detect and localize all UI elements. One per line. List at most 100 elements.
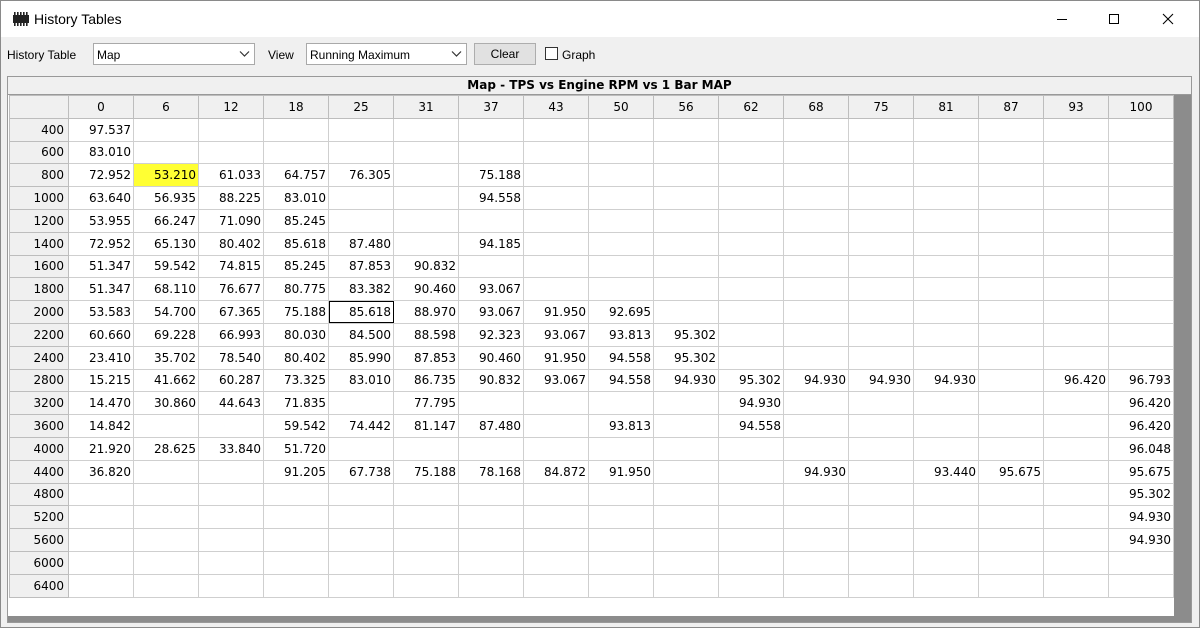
table-cell[interactable] xyxy=(978,414,1044,438)
table-cell[interactable]: 23.410 xyxy=(68,345,134,370)
table-cell[interactable] xyxy=(1043,505,1109,530)
table-cell[interactable] xyxy=(523,208,589,233)
table-cell[interactable]: 72.952 xyxy=(68,163,134,188)
table-cell[interactable]: 94.558 xyxy=(718,414,784,438)
table-cell[interactable] xyxy=(588,163,654,188)
table-cell[interactable] xyxy=(588,140,654,165)
table-cell[interactable] xyxy=(523,231,589,256)
table-cell[interactable] xyxy=(913,300,979,324)
table-cell[interactable] xyxy=(718,186,784,210)
table-cell[interactable]: 92.695 xyxy=(588,300,654,324)
table-cell[interactable] xyxy=(588,277,654,302)
table-cell[interactable]: 83.010 xyxy=(68,140,134,165)
table-cell[interactable] xyxy=(978,391,1044,416)
table-cell[interactable] xyxy=(458,140,524,165)
table-cell[interactable] xyxy=(848,231,914,256)
row-header[interactable]: 2000 xyxy=(9,300,69,324)
table-cell[interactable] xyxy=(198,459,264,484)
table-cell[interactable] xyxy=(328,573,394,598)
table-cell[interactable] xyxy=(458,482,524,507)
column-header[interactable]: 93 xyxy=(1043,95,1109,119)
table-cell[interactable]: 96.420 xyxy=(1043,368,1109,393)
table-cell[interactable]: 54.700 xyxy=(133,300,199,324)
table-cell[interactable] xyxy=(523,482,589,507)
table-cell[interactable] xyxy=(783,436,849,461)
column-header[interactable]: 31 xyxy=(393,95,459,119)
table-cell[interactable] xyxy=(588,117,654,142)
table-cell[interactable]: 94.930 xyxy=(913,368,979,393)
table-cell[interactable] xyxy=(133,505,199,530)
table-cell[interactable] xyxy=(1108,550,1174,575)
table-cell[interactable] xyxy=(913,505,979,530)
table-cell[interactable]: 81.147 xyxy=(393,414,459,438)
table-cell[interactable] xyxy=(718,277,784,302)
table-cell[interactable] xyxy=(718,322,784,347)
table-cell[interactable]: 96.048 xyxy=(1108,436,1174,461)
table-cell[interactable] xyxy=(523,277,589,302)
table-cell[interactable] xyxy=(978,277,1044,302)
table-cell[interactable]: 84.500 xyxy=(328,322,394,347)
table-cell[interactable]: 96.793 xyxy=(1108,368,1174,393)
table-cell[interactable] xyxy=(718,163,784,188)
table-cell[interactable] xyxy=(848,300,914,324)
table-cell[interactable] xyxy=(978,186,1044,210)
table-cell[interactable] xyxy=(913,436,979,461)
table-cell[interactable] xyxy=(1108,117,1174,142)
table-cell[interactable]: 87.480 xyxy=(328,231,394,256)
table-cell[interactable]: 93.067 xyxy=(523,368,589,393)
table-cell[interactable] xyxy=(1108,208,1174,233)
table-cell[interactable] xyxy=(978,436,1044,461)
row-header[interactable]: 1600 xyxy=(9,254,69,279)
table-cell[interactable] xyxy=(848,163,914,188)
column-header[interactable]: 18 xyxy=(263,95,329,119)
table-cell[interactable] xyxy=(848,482,914,507)
table-cell[interactable] xyxy=(588,482,654,507)
table-cell[interactable] xyxy=(458,208,524,233)
table-cell[interactable] xyxy=(783,300,849,324)
table-cell[interactable] xyxy=(718,528,784,552)
table-cell[interactable] xyxy=(133,573,199,598)
table-cell[interactable] xyxy=(1043,254,1109,279)
table-cell[interactable]: 72.952 xyxy=(68,231,134,256)
table-cell[interactable]: 94.930 xyxy=(718,391,784,416)
table-cell[interactable] xyxy=(393,163,459,188)
table-cell[interactable] xyxy=(913,482,979,507)
table-cell[interactable] xyxy=(133,528,199,552)
table-cell[interactable] xyxy=(783,186,849,210)
row-header[interactable]: 4000 xyxy=(9,436,69,461)
table-cell[interactable] xyxy=(393,140,459,165)
table-cell[interactable] xyxy=(1043,345,1109,370)
table-cell[interactable] xyxy=(588,573,654,598)
table-cell[interactable] xyxy=(393,482,459,507)
graph-checkbox[interactable] xyxy=(545,47,558,60)
row-header[interactable]: 1000 xyxy=(9,186,69,210)
table-cell[interactable] xyxy=(913,414,979,438)
table-cell[interactable] xyxy=(848,208,914,233)
table-cell[interactable] xyxy=(1043,163,1109,188)
table-cell[interactable] xyxy=(653,482,719,507)
table-cell[interactable] xyxy=(718,459,784,484)
table-cell[interactable]: 28.625 xyxy=(133,436,199,461)
table-cell[interactable]: 85.618 xyxy=(328,300,394,324)
table-cell[interactable] xyxy=(393,436,459,461)
table-cell[interactable]: 94.930 xyxy=(783,459,849,484)
table-cell[interactable]: 63.640 xyxy=(68,186,134,210)
table-cell[interactable] xyxy=(393,231,459,256)
table-cell[interactable] xyxy=(783,414,849,438)
vertical-scrollbar[interactable] xyxy=(1174,95,1191,622)
table-cell[interactable]: 36.820 xyxy=(68,459,134,484)
table-cell[interactable]: 93.067 xyxy=(458,300,524,324)
table-cell[interactable] xyxy=(978,550,1044,575)
column-header[interactable]: 43 xyxy=(523,95,589,119)
table-cell[interactable] xyxy=(523,550,589,575)
table-cell[interactable]: 80.030 xyxy=(263,322,329,347)
table-cell[interactable] xyxy=(783,482,849,507)
table-cell[interactable] xyxy=(523,163,589,188)
table-cell[interactable]: 95.302 xyxy=(653,345,719,370)
table-cell[interactable] xyxy=(978,368,1044,393)
table-cell[interactable] xyxy=(328,528,394,552)
table-cell[interactable]: 91.950 xyxy=(523,300,589,324)
table-cell[interactable] xyxy=(198,140,264,165)
table-cell[interactable]: 73.325 xyxy=(263,368,329,393)
column-header[interactable]: 56 xyxy=(653,95,719,119)
